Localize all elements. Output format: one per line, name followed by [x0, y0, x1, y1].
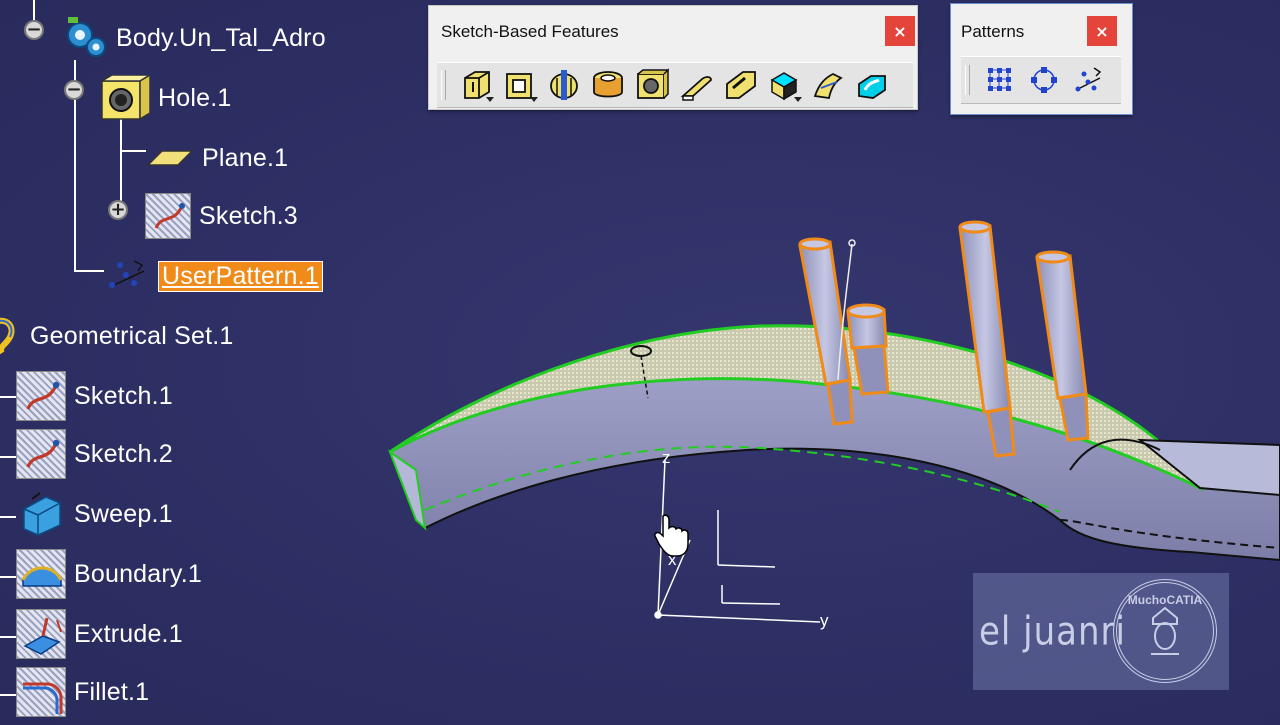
close-button[interactable]: ×	[1087, 16, 1117, 46]
tree-node-sweep[interactable]: Sweep.1	[16, 492, 173, 536]
patterns-toolbar[interactable]: Patterns ×	[950, 3, 1133, 115]
sketch3-label: Sketch.3	[199, 201, 298, 230]
sketch-icon	[16, 371, 66, 421]
user-pattern-icon[interactable]	[1066, 60, 1110, 100]
tree-node-sketch2[interactable]: Sketch.2	[16, 429, 173, 479]
tree-node-hole[interactable]: Hole.1	[99, 73, 232, 121]
tree-node-sketch3[interactable]: Sketch.3	[145, 193, 298, 239]
watermark: el juanri MuchoCATIA	[973, 573, 1229, 690]
specification-tree[interactable]: − Body.Un_Tal_Adro − Hole.1 Plane.1 + Sk…	[0, 0, 420, 720]
hole-feature-icon	[99, 73, 153, 121]
tree-node-body[interactable]: Body.Un_Tal_Adro	[62, 16, 326, 60]
tree-item-label: Sweep.1	[74, 499, 173, 528]
toolbar-title: Patterns	[961, 22, 1025, 41]
hole-icon[interactable]	[630, 65, 674, 105]
watermark-text: el juanri	[979, 608, 1126, 655]
axis-z-label: z	[662, 448, 671, 467]
stiffener-icon[interactable]	[762, 65, 806, 105]
tree-node-sketch1[interactable]: Sketch.1	[16, 371, 173, 421]
shaft-icon[interactable]	[542, 65, 586, 105]
rectangular-pattern-icon[interactable]	[978, 60, 1022, 100]
tree-item-label: Sketch.2	[74, 439, 173, 468]
tree-item-label: Fillet.1	[74, 677, 150, 706]
close-button[interactable]: ×	[885, 16, 915, 46]
sketch-based-features-toolbar[interactable]: Sketch-Based Features ×	[428, 5, 918, 110]
circular-pattern-icon[interactable]	[1022, 60, 1066, 100]
hole-label: Hole.1	[158, 83, 232, 112]
removed-multi-section-solid-icon[interactable]	[850, 65, 894, 105]
sketch-icon	[145, 193, 191, 239]
boundary-icon	[16, 549, 66, 599]
muchocatia-seal: MuchoCATIA	[1113, 579, 1217, 683]
seal-face-icon	[1151, 606, 1179, 655]
body-gear-icon	[62, 15, 108, 61]
fillet-icon	[16, 667, 66, 717]
tree-item-label: Sketch.1	[74, 381, 173, 410]
toolbar-grip[interactable]	[965, 65, 970, 95]
toolbar-grip[interactable]	[441, 70, 446, 100]
user-pattern-icon	[104, 253, 150, 299]
geometrical-set-icon	[0, 313, 24, 359]
body-collapse-button[interactable]: −	[24, 20, 44, 40]
pocket-icon[interactable]	[498, 65, 542, 105]
extrude-icon	[16, 609, 66, 659]
sketch-icon	[16, 429, 66, 479]
multi-section-solid-icon[interactable]	[806, 65, 850, 105]
tree-node-plane[interactable]: Plane.1	[146, 136, 288, 180]
body-label: Body.Un_Tal_Adro	[116, 23, 326, 52]
tree-node-geometrical-set[interactable]: Geometrical Set.1	[0, 314, 234, 358]
sweep-icon	[16, 489, 66, 539]
tree-node-boundary[interactable]: Boundary.1	[16, 549, 203, 599]
hole-collapse-button[interactable]: −	[64, 80, 84, 100]
tree-node-fillet[interactable]: Fillet.1	[16, 667, 150, 717]
tree-item-label: Boundary.1	[74, 559, 203, 588]
slot-icon[interactable]	[718, 65, 762, 105]
toolbar-strip	[437, 62, 913, 108]
tree-node-extrude[interactable]: Extrude.1	[16, 609, 183, 659]
tree-item-label: Extrude.1	[74, 619, 183, 648]
plane-icon	[146, 135, 194, 181]
rib-icon[interactable]	[674, 65, 718, 105]
plane-label: Plane.1	[202, 143, 289, 172]
sketch3-expand-button[interactable]: +	[108, 200, 128, 220]
tree-node-userpattern[interactable]: UserPattern.1	[104, 254, 323, 298]
axis-y-label: y	[820, 611, 829, 630]
groove-icon[interactable]	[586, 65, 630, 105]
toolbar-title: Sketch-Based Features	[441, 22, 619, 41]
geometrical-set-label: Geometrical Set.1	[30, 321, 234, 350]
pad-icon[interactable]	[454, 65, 498, 105]
toolbar-strip	[961, 56, 1121, 104]
userpattern-label: UserPattern.1	[158, 260, 323, 292]
seal-text: MuchoCATIA	[1127, 593, 1203, 607]
hand-cursor	[654, 514, 689, 557]
